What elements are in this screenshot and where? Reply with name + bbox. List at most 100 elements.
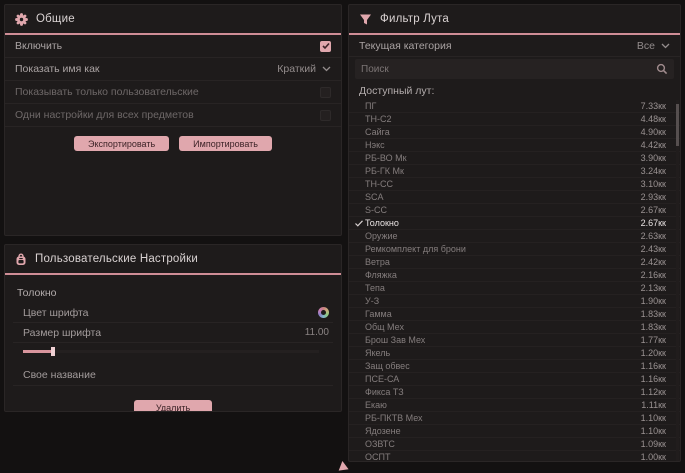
loot-row[interactable]: Нэкс 4.42кк — [349, 139, 680, 152]
loot-item-value: 1.77кк — [641, 335, 666, 345]
loot-filter-header: Фильтр Лута — [349, 5, 680, 33]
loot-item-name: SCA — [365, 192, 641, 202]
general-panel-title: Общие — [36, 13, 75, 25]
loot-row[interactable]: Оружие 2.63кк — [349, 230, 680, 243]
loot-row[interactable]: ТН-С2 4.48кк — [349, 113, 680, 126]
chevron-down-icon — [322, 66, 331, 72]
loot-row[interactable]: ОЗВТС 1.09кк — [349, 438, 680, 451]
loot-item-name: Ветра — [365, 257, 641, 267]
loot-item-name: Брош Зав Мех — [365, 335, 641, 345]
loot-row[interactable]: РБ-ВО Мк 3.90кк — [349, 152, 680, 165]
loot-item-name: Ремкомплект для брони — [365, 244, 641, 254]
loot-item-value: 1.16кк — [641, 361, 666, 371]
slider-track — [23, 350, 319, 353]
loot-row[interactable]: РБ-ПКТВ Мех 1.10кк — [349, 412, 680, 425]
loot-row[interactable]: Ветра 2.42кк — [349, 256, 680, 269]
color-wheel-icon[interactable] — [318, 307, 329, 318]
loot-row[interactable]: ОСПТ 1.00кк — [349, 451, 680, 462]
loot-item-value: 1.10кк — [641, 426, 666, 436]
loot-item-value: 2.67кк — [641, 205, 666, 215]
same-settings-checkbox[interactable] — [320, 110, 331, 121]
loot-item-name: ОЗВТС — [365, 439, 641, 449]
display-name-dropdown[interactable]: Краткий — [277, 63, 331, 75]
loot-item-value: 2.13кк — [641, 283, 666, 293]
enable-label: Включить — [15, 40, 62, 52]
loot-item-name: РБ-ГК Мк — [365, 166, 641, 176]
delete-button[interactable]: Удалить — [134, 400, 212, 412]
loot-row[interactable]: Брош Зав Мех 1.77кк — [349, 334, 680, 347]
loot-item-name: РБ-ПКТВ Мех — [365, 413, 641, 423]
setting-row-same-settings: Одни настройки для всех предметов — [5, 104, 341, 127]
loot-item-value: 2.16кк — [641, 270, 666, 280]
category-label: Текущая категория — [359, 40, 452, 52]
loot-item-value: 1.12кк — [641, 387, 666, 397]
loot-item-value: 1.10кк — [641, 413, 666, 423]
loot-row[interactable]: Екаю 1.11кк — [349, 399, 680, 412]
loot-item-name: Ядозене — [365, 426, 641, 436]
font-size-value: 11.00 — [305, 327, 329, 338]
check-icon — [322, 42, 330, 50]
only-custom-checkbox[interactable] — [320, 87, 331, 98]
loot-row[interactable]: ПСЕ-СА 1.16кк — [349, 373, 680, 386]
mouse-cursor — [337, 460, 348, 470]
loot-item-name: Фляжка — [365, 270, 641, 280]
loot-row[interactable]: ТН-СС 3.10кк — [349, 178, 680, 191]
loot-row[interactable]: Толокно 2.67кк — [349, 217, 680, 230]
selected-item-label: Толокно — [5, 281, 341, 303]
category-dropdown[interactable]: Все — [637, 40, 670, 52]
gear-flower-icon — [15, 13, 28, 26]
loot-row[interactable]: Гамма 1.83кк — [349, 308, 680, 321]
font-size-label: Размер шрифта — [23, 327, 101, 339]
loot-row[interactable]: Ремкомплект для брони 2.43кк — [349, 243, 680, 256]
loot-row[interactable]: Фикса ТЗ 1.12кк — [349, 386, 680, 399]
search-icon[interactable] — [656, 63, 668, 75]
loot-row[interactable]: Якель 1.20кк — [349, 347, 680, 360]
loot-item-name: Сайга — [365, 127, 641, 137]
custom-settings-body: Толокно Цвет шрифта Размер шрифта 11.00 — [5, 275, 341, 412]
search-input[interactable] — [361, 64, 656, 75]
loot-item-value: 1.09кк — [641, 439, 666, 449]
custom-settings-panel: Пользовательские Настройки Толокно Цвет … — [4, 244, 342, 412]
loot-row[interactable]: Общ Мех 1.83кк — [349, 321, 680, 334]
loot-item-name: Фикса ТЗ — [365, 387, 641, 397]
loot-item-name: Оружие — [365, 231, 641, 241]
loot-item-name: Екаю — [365, 400, 641, 410]
font-color-label: Цвет шрифта — [23, 307, 89, 319]
search-row — [355, 59, 674, 79]
loot-row[interactable]: Сайга 4.90кк — [349, 126, 680, 139]
loot-item-value: 2.43кк — [641, 244, 666, 254]
scrollbar-thumb[interactable] — [676, 104, 679, 146]
loot-item-name: ПСЕ-СА — [365, 374, 641, 384]
loot-filter-panel: Фильтр Лута Текущая категория Все — [348, 4, 681, 462]
enable-checkbox[interactable] — [320, 41, 331, 52]
loot-row[interactable]: Защ обвес 1.16кк — [349, 360, 680, 373]
export-button[interactable]: Экспортировать — [74, 136, 169, 151]
loot-row[interactable]: Тепа 2.13кк — [349, 282, 680, 295]
category-row: Текущая категория Все — [349, 35, 680, 57]
custom-name-row[interactable]: Свое название — [13, 364, 333, 386]
category-value: Все — [637, 40, 655, 52]
slider-handle[interactable] — [51, 347, 55, 356]
import-button[interactable]: Импортировать — [179, 136, 272, 151]
loot-row[interactable]: S-CC 2.67кк — [349, 204, 680, 217]
delete-row: Удалить — [5, 386, 341, 412]
loot-item-value: 1.20кк — [641, 348, 666, 358]
loot-row[interactable]: ПГ 7.33кк — [349, 100, 680, 113]
loot-item-value: 2.63кк — [641, 231, 666, 241]
loot-row[interactable]: У-З 1.90кк — [349, 295, 680, 308]
loot-item-name: РБ-ВО Мк — [365, 153, 641, 163]
font-size-slider[interactable] — [23, 346, 333, 356]
backpack-icon — [15, 253, 27, 266]
loot-row[interactable]: РБ-ГК Мк 3.24кк — [349, 165, 680, 178]
loot-row[interactable]: Ядозене 1.10кк — [349, 425, 680, 438]
custom-settings-title: Пользовательские Настройки — [35, 253, 198, 265]
same-settings-label: Одни настройки для всех предметов — [15, 109, 194, 121]
only-custom-label: Показывать только пользовательские — [15, 86, 199, 98]
loot-item-value: 1.11кк — [641, 400, 666, 410]
general-panel: Общие Включить Показать имя как Краткий … — [4, 4, 342, 236]
loot-item-name: S-CC — [365, 205, 641, 215]
loot-list-scrollbar[interactable] — [676, 100, 679, 462]
loot-item-name: У-З — [365, 296, 641, 306]
loot-row[interactable]: SCA 2.93кк — [349, 191, 680, 204]
loot-row[interactable]: Фляжка 2.16кк — [349, 269, 680, 282]
